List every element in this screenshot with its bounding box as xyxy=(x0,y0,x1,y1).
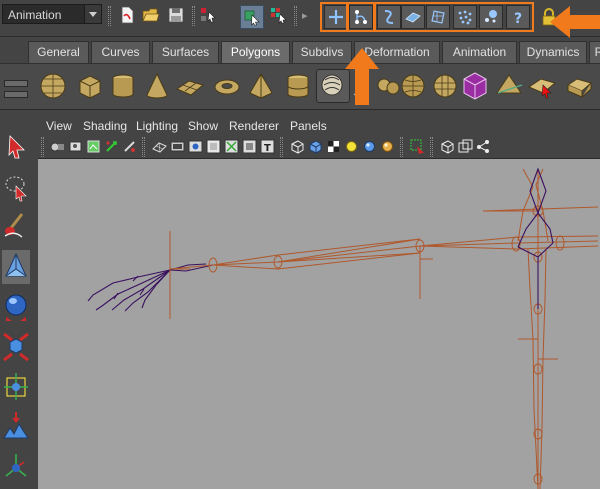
shelf-menu-handle[interactable] xyxy=(4,80,28,87)
poly-plane-icon[interactable] xyxy=(175,71,205,101)
tab-animation[interactable]: Animation xyxy=(442,41,517,63)
shelf-tabs: General Curves Surfaces Polygons Subdivs… xyxy=(28,41,600,63)
poly-sphere-icon[interactable] xyxy=(38,71,68,101)
chevron-down-icon[interactable] xyxy=(84,5,101,23)
tab-polygons[interactable]: Polygons xyxy=(221,41,290,63)
tab-curves[interactable]: Curves xyxy=(91,41,150,63)
hand-fingers xyxy=(87,263,214,312)
shelf-menu-handle[interactable] xyxy=(4,91,28,98)
rotate-tool-icon[interactable] xyxy=(2,290,30,324)
chevron-left-icon: ▸ xyxy=(302,10,308,22)
mode-menu-value: Animation xyxy=(8,8,62,22)
show-manipulator-icon[interactable] xyxy=(2,450,30,484)
share-nodes-icon[interactable] xyxy=(476,139,491,154)
divider xyxy=(192,6,195,26)
panel-menu-bar: View Shading Lighting Show Renderer Pane… xyxy=(38,116,600,136)
poly-helix-icon xyxy=(321,74,343,96)
scale-tool-icon[interactable] xyxy=(2,330,30,364)
menu-panels[interactable]: Panels xyxy=(290,119,327,133)
lasso-tool-icon[interactable] xyxy=(2,170,30,204)
field-chart-icon[interactable] xyxy=(224,139,239,154)
xray-icon[interactable] xyxy=(410,139,425,154)
menu-view[interactable]: View xyxy=(46,119,72,133)
texture-editor-icon[interactable] xyxy=(430,71,460,101)
menu-renderer[interactable]: Renderer xyxy=(229,119,279,133)
poly-cylinder-icon[interactable] xyxy=(108,71,138,101)
poly-torus-icon[interactable] xyxy=(212,71,242,101)
universal-manipulator-icon[interactable] xyxy=(2,370,30,404)
extrude-icon[interactable] xyxy=(459,69,491,101)
lights-icon[interactable] xyxy=(344,139,359,154)
duplicate-view-icon[interactable] xyxy=(458,139,473,154)
save-scene-icon[interactable] xyxy=(167,6,185,24)
divider xyxy=(400,137,403,157)
highlight-box-snap-grids xyxy=(320,2,349,32)
textured-icon[interactable] xyxy=(326,139,341,154)
select-by-hierarchy-icon[interactable] xyxy=(199,6,217,24)
bevel-icon[interactable] xyxy=(527,71,557,101)
safe-action-icon[interactable] xyxy=(242,139,257,154)
bookmark-icon[interactable] xyxy=(68,139,83,154)
soft-modification-icon[interactable] xyxy=(2,410,30,444)
film-gate-icon[interactable] xyxy=(170,139,185,154)
menu-shading[interactable]: Shading xyxy=(83,119,127,133)
viewport-3d[interactable] xyxy=(38,159,600,489)
arm-joint-chain xyxy=(169,231,599,319)
tab-rendering[interactable]: R xyxy=(589,41,600,63)
tab-surfaces[interactable]: Surfaces xyxy=(152,41,219,63)
open-scene-icon[interactable] xyxy=(142,6,160,24)
isolate-select-icon[interactable] xyxy=(380,139,395,154)
highlight-box-snap-curves xyxy=(346,2,376,32)
divider xyxy=(294,6,297,26)
poly-cube-icon[interactable] xyxy=(75,71,105,101)
image-plane-icon[interactable] xyxy=(86,139,101,154)
poly-pyramid-icon[interactable] xyxy=(246,71,276,101)
svg-text:T: T xyxy=(264,143,271,154)
grid-icon[interactable] xyxy=(152,139,167,154)
move-tool-icon[interactable] xyxy=(2,250,30,284)
xray-joints-icon[interactable] xyxy=(440,139,455,154)
grease-pencil-icon[interactable] xyxy=(122,139,137,154)
select-by-component-icon[interactable] xyxy=(270,6,288,24)
new-scene-icon[interactable] xyxy=(118,6,136,24)
wireframe-icon[interactable] xyxy=(290,139,305,154)
divider xyxy=(41,137,44,157)
smooth-shade-icon[interactable] xyxy=(308,139,323,154)
tab-subdivs[interactable]: Subdivs xyxy=(292,41,352,63)
divider xyxy=(108,6,111,26)
poly-cone-icon[interactable] xyxy=(142,71,172,101)
panel-toolbar: T xyxy=(38,136,600,159)
skeleton-view xyxy=(87,167,599,489)
safe-title-icon[interactable]: T xyxy=(260,139,275,154)
gate-mask-icon[interactable] xyxy=(206,139,221,154)
poly-pipe-icon[interactable] xyxy=(283,71,313,101)
tab-dynamics[interactable]: Dynamics xyxy=(519,41,587,63)
two-d-pan-icon[interactable] xyxy=(104,139,119,154)
orange-arrow-up-icon xyxy=(345,48,379,105)
highlight-box-snap-group xyxy=(373,2,534,32)
divider xyxy=(142,137,145,157)
paint-select-tool-icon[interactable] xyxy=(2,210,30,244)
toolbox xyxy=(0,120,33,489)
shelf xyxy=(0,63,600,110)
orange-arrow-left-icon xyxy=(550,6,600,38)
mode-menu[interactable]: Animation xyxy=(2,4,102,24)
divider xyxy=(430,137,433,157)
poly-cube-edit-icon[interactable] xyxy=(565,71,595,101)
select-by-object-icon[interactable] xyxy=(240,5,264,29)
shadows-icon[interactable] xyxy=(362,139,377,154)
select-tool-icon[interactable] xyxy=(2,130,30,164)
smooth-icon[interactable] xyxy=(398,71,428,101)
divider xyxy=(280,137,283,157)
tab-general[interactable]: General xyxy=(28,41,89,63)
camera-attributes-icon[interactable] xyxy=(50,139,65,154)
menu-show[interactable]: Show xyxy=(188,119,218,133)
status-line: Animation ▸ ? xyxy=(0,0,600,37)
menu-lighting[interactable]: Lighting xyxy=(136,119,178,133)
split-polygon-icon[interactable] xyxy=(494,71,524,101)
resolution-gate-icon[interactable] xyxy=(188,139,203,154)
